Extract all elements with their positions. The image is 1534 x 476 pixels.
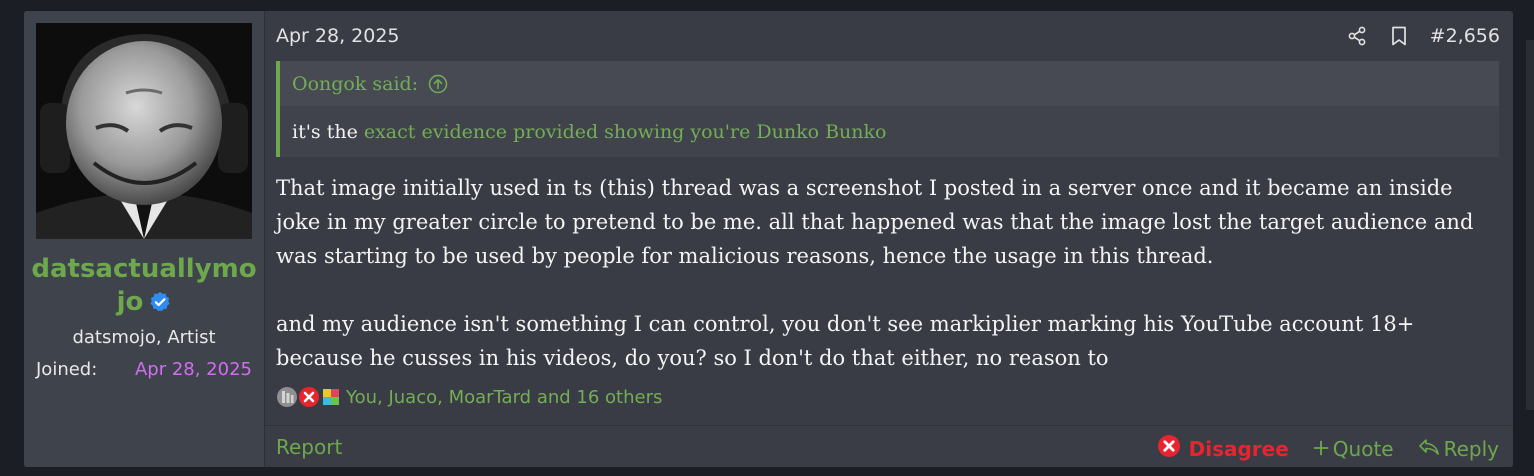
- footer-actions: Disagree Quote Reply: [1157, 434, 1499, 463]
- quote-block: Oongok said: it's the exact evidence pro…: [276, 61, 1499, 157]
- reaction-users[interactable]: You, Juaco, MoarTard and 16 others: [346, 387, 662, 408]
- reply-label: Reply: [1443, 436, 1499, 461]
- username[interactable]: datsactuallymo jo: [24, 253, 264, 322]
- disagree-button[interactable]: Disagree: [1157, 434, 1289, 463]
- share-icon[interactable]: [1346, 23, 1368, 49]
- reaction-puzzle-icon: [320, 386, 342, 408]
- post-paragraph-2: and my audience isn't something I can co…: [276, 312, 1415, 370]
- reaction-disagree-icon: [298, 386, 320, 408]
- quote-header[interactable]: Oongok said:: [280, 61, 1499, 107]
- bookmark-icon[interactable]: [1388, 23, 1410, 49]
- quote-plus-icon: [1313, 437, 1329, 461]
- joined-date: Apr 28, 2025: [134, 359, 252, 380]
- avatar[interactable]: [36, 23, 252, 239]
- post-paragraph-1: That image initially used in ts (this) t…: [276, 176, 1474, 268]
- username-line-2[interactable]: jo: [117, 287, 144, 317]
- quote-highlight: exact evidence provided showing you're D…: [363, 121, 887, 143]
- user-title: datsmojo, Artist: [72, 327, 216, 348]
- username-line-1[interactable]: datsactuallymo: [31, 254, 256, 284]
- post-body: That image initially used in ts (this) t…: [276, 171, 1476, 375]
- post-header-actions: #2,656: [1346, 23, 1500, 49]
- report-link[interactable]: Report: [276, 435, 342, 459]
- post-date[interactable]: Apr 28, 2025: [276, 25, 400, 47]
- reactions-bar[interactable]: You, Juaco, MoarTard and 16 others: [276, 386, 662, 408]
- reaction-icons: [276, 386, 342, 408]
- post-footer: Report Disagree Quote Reply: [265, 425, 1513, 467]
- quote-content: it's the exact evidence provided showing…: [280, 107, 1499, 157]
- quote-author[interactable]: Oongok said:: [292, 73, 418, 95]
- user-sidebar: datsactuallymo jo datsmojo, Artist Joine…: [24, 11, 265, 467]
- joined-label: Joined:: [36, 359, 98, 380]
- quote-text-prefix: it's the: [292, 121, 358, 143]
- reply-icon: [1418, 437, 1440, 461]
- page-scrollbar[interactable]: [1526, 40, 1534, 410]
- reaction-gray-icon: [276, 386, 298, 408]
- verified-icon: [149, 289, 171, 322]
- disagree-label: Disagree: [1188, 436, 1289, 461]
- quote-button[interactable]: Quote: [1313, 437, 1394, 461]
- quote-jump-icon[interactable]: [428, 74, 448, 94]
- post-main: Apr 28, 2025 #2,656 Oongok said: it's th…: [265, 11, 1513, 467]
- quote-label: Quote: [1332, 436, 1394, 461]
- post-number-link[interactable]: #2,656: [1430, 25, 1500, 47]
- disagree-x-icon: [1157, 434, 1181, 463]
- reply-button[interactable]: Reply: [1418, 437, 1499, 461]
- forum-post: datsactuallymo jo datsmojo, Artist Joine…: [24, 11, 1513, 467]
